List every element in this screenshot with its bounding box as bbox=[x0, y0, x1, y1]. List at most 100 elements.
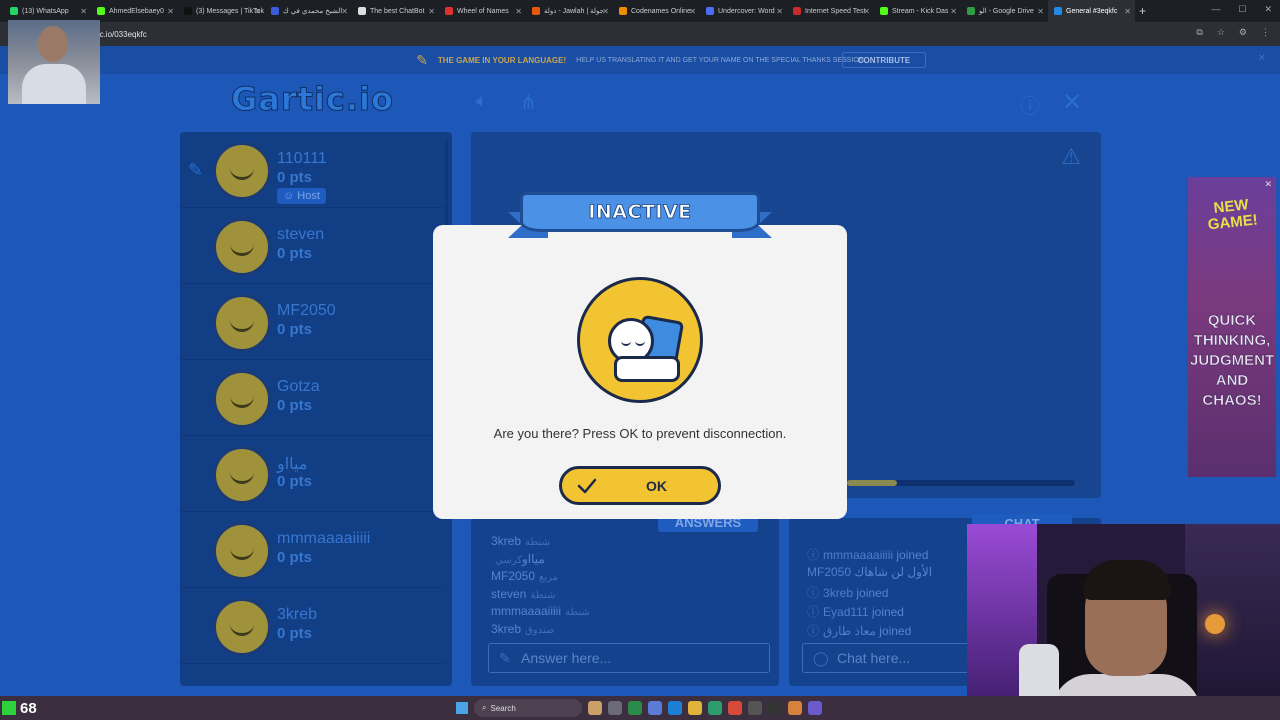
chat-author: 3kreb bbox=[823, 586, 854, 600]
file-explorer-icon[interactable] bbox=[688, 701, 702, 715]
sleeping-icon bbox=[577, 277, 703, 403]
answer-input[interactable]: ✎ Answer here... bbox=[488, 643, 770, 673]
minimize-icon[interactable]: — bbox=[1211, 4, 1220, 15]
widget-icon[interactable] bbox=[588, 701, 602, 715]
chat-author: MF2050 bbox=[807, 565, 852, 579]
answer-player: mmmaaaaiiiii bbox=[491, 604, 562, 619]
browser-tab[interactable]: (13) WhatsApp ✕ bbox=[4, 0, 91, 22]
player-row[interactable]: ✎ 110111 0 pts ☺ Host bbox=[180, 132, 444, 208]
browser-tab[interactable]: Codenames Online ✕ bbox=[613, 0, 700, 22]
tab-label: الو - Google Drive bbox=[979, 8, 1034, 15]
tab-close-icon[interactable]: ✕ bbox=[863, 7, 870, 16]
new-tab-button[interactable]: + bbox=[1139, 4, 1146, 18]
tab-label: (13) WhatsApp bbox=[22, 7, 69, 15]
player-name: steven bbox=[277, 226, 325, 243]
tab-close-icon[interactable]: ✕ bbox=[1037, 7, 1044, 16]
extensions-icon[interactable]: ⚙ bbox=[1239, 27, 1247, 38]
contribute-button[interactable]: CONTRIBUTE bbox=[842, 52, 926, 68]
answer-text: كرسي bbox=[495, 554, 522, 566]
tab-close-icon[interactable]: ✕ bbox=[167, 7, 174, 16]
app-icon-6[interactable] bbox=[808, 701, 822, 715]
windows-start-icon[interactable] bbox=[456, 702, 468, 714]
info-circle-icon: ⓘ bbox=[807, 548, 820, 562]
player-row[interactable]: 3kreb 0 pts bbox=[180, 588, 444, 664]
install-icon[interactable]: ⧉ bbox=[1196, 27, 1202, 38]
webcam-overlay-small bbox=[8, 20, 100, 104]
player-avatar bbox=[213, 218, 271, 276]
app-icon-4[interactable] bbox=[768, 701, 782, 715]
chat-input[interactable]: ◯ Chat here... bbox=[802, 643, 982, 673]
browser-tab[interactable]: Wheel of Names ✕ bbox=[439, 0, 526, 22]
browser-tab[interactable]: The best ChatBot ✕ bbox=[352, 0, 439, 22]
pencil-icon: ✎ bbox=[499, 650, 511, 666]
app-icon-1[interactable] bbox=[628, 701, 642, 715]
player-avatar bbox=[213, 598, 271, 656]
sound-icon[interactable]: 🔈︎ bbox=[476, 90, 488, 113]
tab-close-icon[interactable]: ✕ bbox=[689, 7, 696, 16]
browser-tab[interactable]: Undercover: Word ✕ bbox=[700, 0, 787, 22]
player-avatar bbox=[213, 294, 271, 352]
tab-label: Codenames Online bbox=[631, 7, 691, 15]
drawing-pencil-icon: ✎ bbox=[188, 160, 204, 180]
tab-close-icon[interactable]: ✕ bbox=[341, 7, 348, 16]
report-warning-icon[interactable]: ⚠ bbox=[1061, 144, 1081, 170]
ad-close-icon[interactable]: ✕ bbox=[1264, 179, 1272, 190]
chrome-icon[interactable] bbox=[728, 701, 742, 715]
tab-close-icon[interactable]: ✕ bbox=[950, 7, 957, 16]
player-row[interactable]: ميااو 0 pts bbox=[180, 436, 444, 512]
timer-fill bbox=[847, 480, 898, 486]
browser-tab[interactable]: AhmedElsebaey0 ✕ bbox=[91, 0, 178, 22]
info-circle-icon: ⓘ bbox=[807, 605, 820, 619]
answer-text: شنطة bbox=[565, 607, 590, 619]
taskbar-search[interactable]: ⌕ Search bbox=[474, 699, 582, 717]
player-row[interactable]: mmmaaaaiiiii 0 pts bbox=[180, 512, 444, 588]
edge-icon[interactable] bbox=[668, 701, 682, 715]
answer-text: شنطة bbox=[530, 589, 556, 601]
browser-tab[interactable]: Stream - Kick Das ✕ bbox=[874, 0, 961, 22]
info-icon[interactable]: ⓘ bbox=[1020, 90, 1040, 119]
tab-close-icon[interactable]: ✕ bbox=[776, 7, 783, 16]
close-window-icon[interactable]: ✕ bbox=[1264, 4, 1272, 15]
window-controls: — ☐ ✕ bbox=[1211, 4, 1272, 15]
host-badge: ☺ Host bbox=[277, 188, 326, 204]
tab-close-icon[interactable]: ✕ bbox=[602, 7, 609, 16]
answers-panel: ANSWERS 3kreb شنطة ميااوكرسي MF2050 مربع stev… bbox=[471, 512, 779, 686]
tab-label: AhmedElsebaey0 bbox=[109, 7, 164, 15]
side-advertisement[interactable]: ✕ NEW GAME! QUICK THINKING, JUDGMENT AND… bbox=[1188, 177, 1276, 477]
app-icon-3[interactable] bbox=[748, 701, 762, 715]
exit-icon[interactable]: ✕ bbox=[1062, 88, 1082, 117]
browser-tab[interactable]: الو - Google Drive ✕ bbox=[961, 0, 1048, 22]
browser-tab[interactable]: الشيخ محمدي في ك ✕ bbox=[265, 0, 352, 22]
menu-icon[interactable]: ⋮ bbox=[1261, 27, 1270, 38]
browser-tab[interactable]: General #3eqkfc ✕ bbox=[1048, 0, 1135, 22]
tab-close-icon[interactable]: ✕ bbox=[1124, 7, 1131, 16]
bookmark-star-icon[interactable]: ☆ bbox=[1217, 27, 1225, 38]
browser-tab[interactable]: (3) Messages | TikTok ✕ bbox=[178, 0, 265, 22]
app-icon-5[interactable] bbox=[788, 701, 802, 715]
browser-toolbar-icons: ⧉ ☆ ⚙ ⋮ bbox=[1196, 27, 1270, 38]
tab-favicon-icon bbox=[97, 7, 105, 15]
timer-bar bbox=[847, 480, 1075, 486]
banner-close-icon[interactable]: ✕ bbox=[1258, 53, 1266, 64]
player-row[interactable]: MF2050 0 pts bbox=[180, 284, 444, 360]
browser-tab[interactable]: Internet Speed Test ✕ bbox=[787, 0, 874, 22]
ok-button[interactable]: OK bbox=[559, 466, 721, 505]
chat-placeholder: Chat here... bbox=[837, 650, 911, 666]
tab-close-icon[interactable]: ✕ bbox=[80, 7, 87, 16]
gartic-logo: Gartic.io bbox=[231, 80, 394, 119]
task-view-icon[interactable] bbox=[608, 701, 622, 715]
info-circle-icon: ⓘ bbox=[807, 586, 820, 600]
player-avatar bbox=[213, 446, 271, 504]
tab-close-icon[interactable]: ✕ bbox=[428, 7, 435, 16]
app-icon-2[interactable] bbox=[648, 701, 662, 715]
tab-close-icon[interactable]: ✕ bbox=[515, 7, 522, 16]
player-row[interactable]: steven 0 pts bbox=[180, 208, 444, 284]
store-icon[interactable] bbox=[708, 701, 722, 715]
player-row[interactable]: Gotza 0 pts bbox=[180, 360, 444, 436]
tab-close-icon[interactable]: ✕ bbox=[254, 7, 261, 16]
maximize-icon[interactable]: ☐ bbox=[1238, 4, 1246, 15]
player-points: 0 pts bbox=[277, 245, 313, 262]
info-circle-icon: ⓘ bbox=[807, 624, 820, 638]
share-icon[interactable]: ⋔ bbox=[520, 90, 537, 115]
browser-tab[interactable]: دولة - Jawlah | جولة ✕ bbox=[526, 0, 613, 22]
